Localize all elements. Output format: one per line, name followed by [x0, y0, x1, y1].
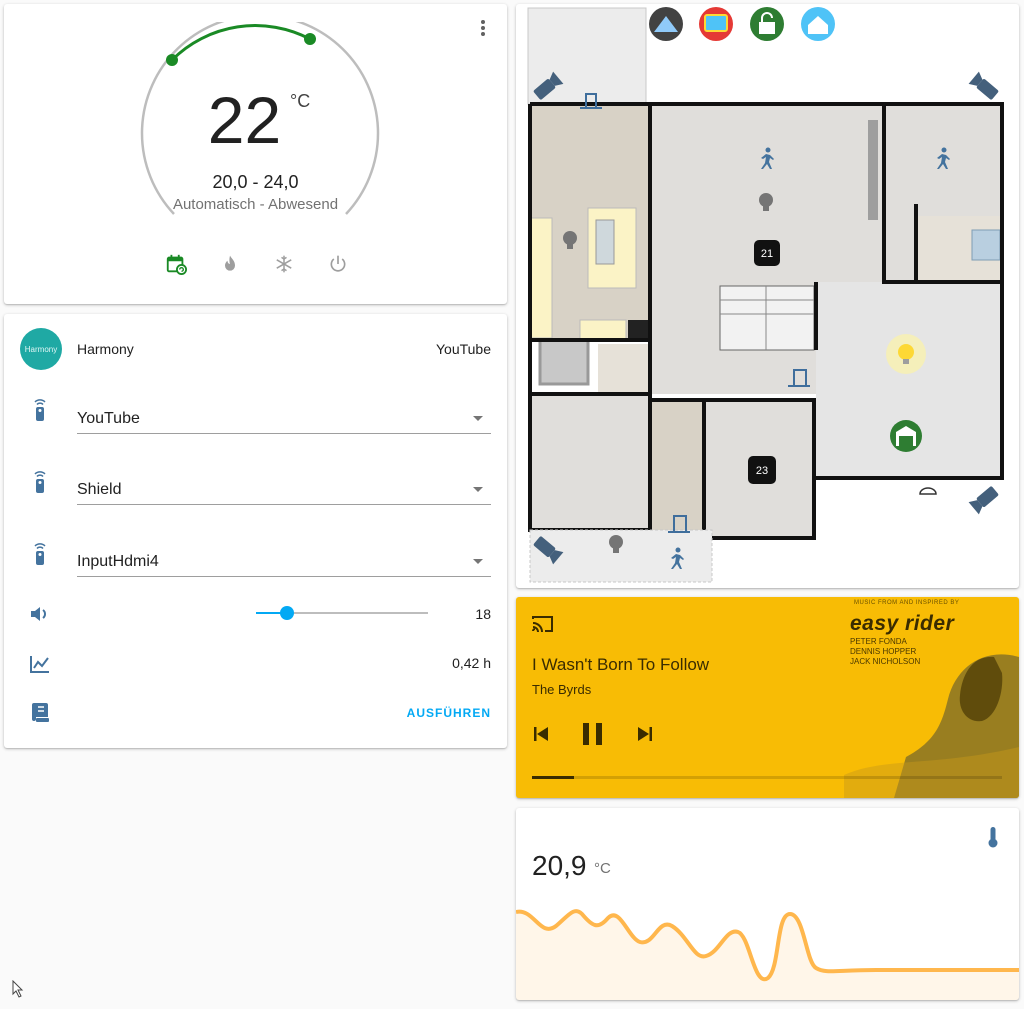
- harmony-state: YouTube: [435, 341, 491, 357]
- volume-slider[interactable]: [256, 606, 428, 620]
- harmony-name: Harmony: [77, 341, 134, 357]
- next-track-icon[interactable]: [636, 725, 654, 743]
- floorplan-card: 21 23: [516, 4, 1019, 588]
- router-icon[interactable]: [649, 7, 683, 41]
- low-setpoint-handle[interactable]: [166, 54, 178, 66]
- harmony-entity-row[interactable]: Harmony Harmony YouTube: [4, 328, 507, 370]
- poster-cast: PETER FONDA DENNIS HOPPER JACK NICHOLSON: [850, 637, 920, 667]
- cast-icon[interactable]: [532, 615, 554, 638]
- high-setpoint-handle[interactable]: [304, 33, 316, 45]
- home-icon[interactable]: [801, 7, 835, 41]
- volume-slider-knob[interactable]: [279, 606, 294, 620]
- hvac-mode-label: Automatisch - Abwesend: [172, 196, 339, 213]
- floorplan: 21 23: [527, 7, 1004, 583]
- track-title: I Wasn't Born To Follow: [532, 655, 710, 674]
- thermostat-card: 22 °C 20,0 - 24,0 Automatisch - Abwesend: [4, 4, 507, 304]
- device-select[interactable]: Shield: [77, 471, 491, 505]
- pause-icon[interactable]: [580, 721, 606, 747]
- thermometer-icon: [987, 826, 999, 853]
- volume-icon: [28, 602, 52, 626]
- target-range: 20,0 - 24,0: [212, 172, 299, 192]
- mouse-cursor-icon: [12, 980, 24, 998]
- tv-icon[interactable]: [699, 7, 733, 41]
- chart-line-icon: [28, 652, 52, 676]
- remote-icon: [28, 470, 52, 494]
- floorplan-badge-label: 23: [756, 465, 768, 477]
- lock-icon[interactable]: [750, 7, 784, 41]
- device-select-value: Shield: [77, 481, 122, 498]
- usage-value: 0,42 h: [452, 655, 491, 671]
- poster-title: easy rider: [850, 612, 955, 635]
- script-icon: [28, 700, 52, 724]
- input-select[interactable]: InputHdmi4: [77, 543, 491, 577]
- snowflake-icon[interactable]: [272, 252, 296, 276]
- avatar: Harmony: [20, 328, 62, 370]
- chevron-down-icon: [473, 487, 483, 492]
- activity-select[interactable]: YouTube: [77, 400, 491, 434]
- more-menu-icon[interactable]: [473, 18, 493, 40]
- floorplan-badge-label: 21: [761, 248, 773, 260]
- media-progress-fill: [532, 776, 575, 779]
- poster-tagline: MUSIC FROM AND INSPIRED BY: [854, 600, 960, 606]
- calendar-sync-icon[interactable]: [164, 252, 188, 276]
- previous-track-icon[interactable]: [532, 725, 550, 743]
- volume-value: 18: [475, 606, 491, 622]
- temperature-unit: °C: [290, 91, 311, 111]
- poster-cast-name: DENNIS HOPPER: [850, 647, 917, 656]
- sensor-card[interactable]: 20,9 °C: [516, 808, 1019, 1000]
- media-progress-bar[interactable]: [532, 776, 1002, 779]
- harmony-card: Harmony Harmony YouTube YouTube Shield I…: [4, 314, 507, 748]
- sensor-value: 20,9: [532, 850, 587, 881]
- poster-cast-name: PETER FONDA: [850, 637, 907, 646]
- chevron-down-icon: [473, 559, 483, 564]
- run-script-button[interactable]: AUSFÜHREN: [407, 706, 491, 720]
- input-select-value: InputHdmi4: [77, 553, 159, 570]
- activity-select-value: YouTube: [77, 410, 140, 427]
- current-temperature: 22: [207, 83, 282, 157]
- track-artist: The Byrds: [532, 682, 592, 697]
- remote-icon: [28, 542, 52, 566]
- remote-icon: [28, 398, 52, 422]
- fire-icon[interactable]: [218, 252, 242, 276]
- sensor-history-graph: [516, 909, 1019, 1000]
- chevron-down-icon: [473, 416, 483, 421]
- sensor-unit: °C: [594, 860, 611, 877]
- power-icon[interactable]: [326, 252, 350, 276]
- poster-cast-name: JACK NICHOLSON: [850, 657, 921, 666]
- media-player-card: MUSIC FROM AND INSPIRED BY easy rider PE…: [516, 597, 1019, 798]
